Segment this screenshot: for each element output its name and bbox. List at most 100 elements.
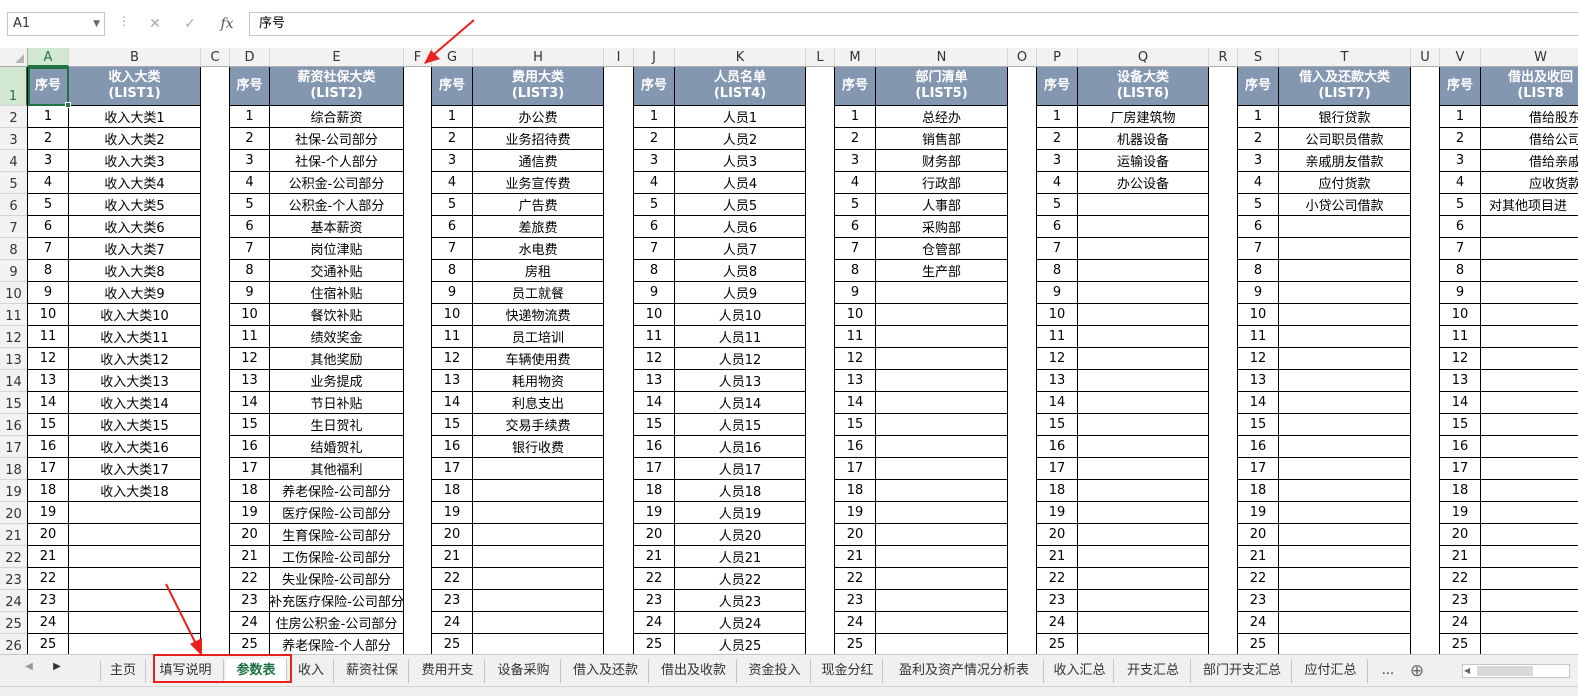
list-item-cell[interactable] <box>876 612 1008 634</box>
row-header-7[interactable]: 7 <box>0 216 28 238</box>
seq-header-cell[interactable]: 序号 <box>432 67 473 106</box>
seq-header-cell[interactable]: 序号 <box>28 67 69 106</box>
seq-cell[interactable]: 23 <box>1037 590 1078 612</box>
list-item-cell[interactable] <box>473 612 604 634</box>
seq-cell[interactable]: 6 <box>835 216 876 238</box>
seq-cell[interactable]: 12 <box>1238 348 1279 370</box>
column-header-E[interactable]: E <box>270 48 404 67</box>
list-item-cell[interactable]: 财务部 <box>876 150 1008 172</box>
seq-cell[interactable]: 5 <box>28 194 69 216</box>
seq-cell[interactable]: 6 <box>28 216 69 238</box>
list-item-cell[interactable]: 公积金-个人部分 <box>270 194 404 216</box>
sheet-tab[interactable]: 收入 <box>289 659 334 683</box>
column-header-Q[interactable]: Q <box>1078 48 1209 67</box>
list-item-cell[interactable]: 失业保险-公司部分 <box>270 568 404 590</box>
seq-cell[interactable]: 16 <box>634 436 675 458</box>
list-item-cell[interactable]: 收入大类7 <box>69 238 201 260</box>
list-item-cell[interactable]: 公司职员借款 <box>1279 128 1411 150</box>
seq-cell[interactable]: 20 <box>835 524 876 546</box>
seq-cell[interactable]: 22 <box>1440 568 1481 590</box>
list-item-cell[interactable]: 交易手续费 <box>473 414 604 436</box>
seq-cell[interactable]: 20 <box>230 524 270 546</box>
list-item-cell[interactable] <box>876 480 1008 502</box>
seq-cell[interactable]: 25 <box>1037 634 1078 654</box>
column-header-M[interactable]: M <box>835 48 876 67</box>
seq-cell[interactable]: 3 <box>432 150 473 172</box>
seq-header-cell[interactable]: 序号 <box>634 67 675 106</box>
seq-cell[interactable]: 11 <box>1440 326 1481 348</box>
seq-cell[interactable]: 21 <box>634 546 675 568</box>
seq-cell[interactable]: 7 <box>1238 238 1279 260</box>
list-item-cell[interactable] <box>1279 612 1411 634</box>
list-item-cell[interactable]: 补充医疗保险-公司部分 <box>269 590 404 612</box>
column-header-V[interactable]: V <box>1440 48 1481 67</box>
seq-cell[interactable]: 12 <box>230 348 270 370</box>
list-item-cell[interactable]: 收入大类1 <box>69 106 201 128</box>
seq-cell[interactable]: 5 <box>835 194 876 216</box>
list-item-cell[interactable]: 员工培训 <box>473 326 604 348</box>
seq-cell[interactable]: 22 <box>835 568 876 590</box>
list-item-cell[interactable]: 养老保险-个人部分 <box>270 634 404 654</box>
seq-cell[interactable]: 1 <box>634 106 675 128</box>
list-item-cell[interactable] <box>876 370 1008 392</box>
seq-cell[interactable]: 4 <box>230 172 270 194</box>
seq-cell[interactable]: 24 <box>432 612 473 634</box>
list-item-cell[interactable]: 收入大类5 <box>69 194 201 216</box>
list-item-cell[interactable]: 收入大类15 <box>69 414 201 436</box>
seq-cell[interactable]: 13 <box>28 370 69 392</box>
seq-cell[interactable]: 7 <box>230 238 270 260</box>
seq-cell[interactable]: 24 <box>28 612 69 634</box>
list-item-cell[interactable]: 水电费 <box>473 238 604 260</box>
seq-cell[interactable]: 4 <box>28 172 69 194</box>
list-item-cell[interactable] <box>1279 634 1411 654</box>
list-item-cell[interactable]: 收入大类4 <box>69 172 201 194</box>
seq-cell[interactable]: 14 <box>835 392 876 414</box>
seq-cell[interactable]: 14 <box>1440 392 1481 414</box>
sheet-tab[interactable]: 费用开支 <box>411 659 485 683</box>
list-item-cell[interactable] <box>876 304 1008 326</box>
list-item-cell[interactable] <box>473 634 604 654</box>
seq-cell[interactable]: 24 <box>1037 612 1078 634</box>
seq-cell[interactable]: 23 <box>432 590 473 612</box>
sheet-tab[interactable]: 盈利及资产情况分析表 <box>885 659 1044 683</box>
seq-cell[interactable]: 22 <box>1037 568 1078 590</box>
column-header-T[interactable]: T <box>1279 48 1411 67</box>
seq-cell[interactable]: 5 <box>1440 194 1481 216</box>
list-item-cell[interactable] <box>473 480 604 502</box>
list-item-cell[interactable]: 利息支出 <box>473 392 604 414</box>
list-item-cell[interactable] <box>1481 414 1578 436</box>
seq-cell[interactable]: 18 <box>634 480 675 502</box>
seq-cell[interactable]: 3 <box>1238 150 1279 172</box>
list-item-cell[interactable]: 仓管部 <box>876 238 1008 260</box>
seq-cell[interactable]: 15 <box>1037 414 1078 436</box>
row-header-20[interactable]: 20 <box>0 502 28 524</box>
column-header-S[interactable]: S <box>1238 48 1279 67</box>
seq-cell[interactable]: 16 <box>1238 436 1279 458</box>
list-item-cell[interactable]: 人员22 <box>675 568 806 590</box>
list-item-cell[interactable]: 收入大类11 <box>69 326 201 348</box>
seq-cell[interactable]: 6 <box>230 216 270 238</box>
list-item-cell[interactable] <box>69 502 201 524</box>
list-item-cell[interactable]: 人员12 <box>675 348 806 370</box>
row-header-13[interactable]: 13 <box>0 348 28 370</box>
list-item-cell[interactable] <box>876 458 1008 480</box>
list-item-cell[interactable] <box>1279 282 1411 304</box>
list-item-cell[interactable]: 办公费 <box>473 106 604 128</box>
seq-cell[interactable]: 5 <box>1037 194 1078 216</box>
seq-cell[interactable]: 21 <box>432 546 473 568</box>
row-header-5[interactable]: 5 <box>0 172 28 194</box>
seq-cell[interactable]: 12 <box>28 348 69 370</box>
list-item-cell[interactable] <box>1481 634 1578 654</box>
list-item-cell[interactable]: 其他福利 <box>270 458 404 480</box>
row-header-23[interactable]: 23 <box>0 568 28 590</box>
fx-icon[interactable]: fx <box>212 12 242 36</box>
seq-cell[interactable]: 7 <box>835 238 876 260</box>
seq-cell[interactable]: 18 <box>835 480 876 502</box>
seq-cell[interactable]: 20 <box>1238 524 1279 546</box>
list-item-cell[interactable]: 应付货款 <box>1279 172 1411 194</box>
list-item-cell[interactable]: 机器设备 <box>1078 128 1209 150</box>
list-item-cell[interactable]: 住房公积金-公司部分 <box>270 612 404 634</box>
seq-cell[interactable]: 5 <box>230 194 270 216</box>
seq-cell[interactable]: 25 <box>230 634 270 654</box>
list-item-cell[interactable]: 养老保险-公司部分 <box>270 480 404 502</box>
